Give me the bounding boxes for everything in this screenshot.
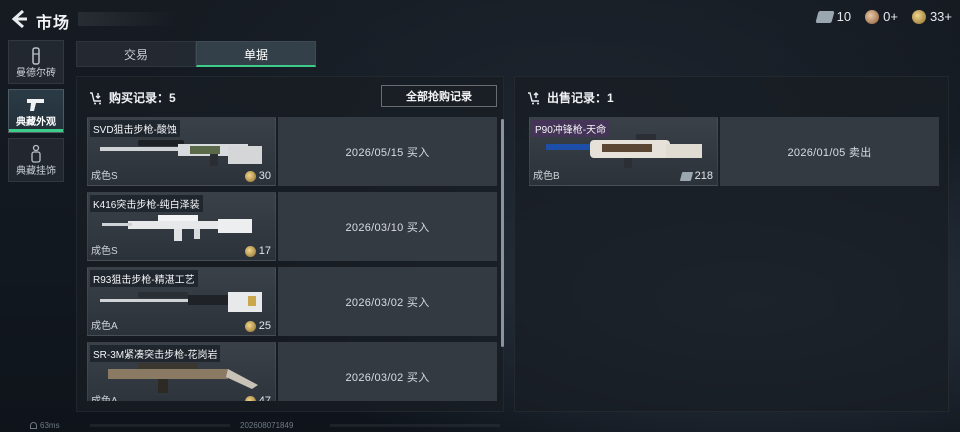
sidebar: 曼德尔砖 典藏外观 典藏挂饰: [8, 40, 64, 187]
list-item[interactable]: R93狙击步枪-精湛工艺 成色A 25 2026/03/02 买入: [87, 267, 497, 336]
list-item[interactable]: K416突击步枪-纯白泽装 成色S 17 2026/03/10 买入: [87, 192, 497, 261]
cart-out-icon: [528, 91, 539, 104]
item-price-value: 25: [258, 320, 271, 332]
currency-coin-a[interactable]: 0+: [865, 9, 898, 24]
item-card: P90冲锋枪-天命 成色B 218: [529, 117, 718, 186]
compact-rifle-image: [108, 363, 258, 393]
item-grade: 成色A: [91, 392, 118, 401]
list-item[interactable]: SVD狙击步枪-酸蚀 成色S 30 2026/05/15 买入: [87, 117, 497, 186]
item-grade: 成色A: [91, 321, 118, 332]
item-price: 17: [244, 245, 271, 257]
list-item[interactable]: P90冲锋枪-天命 成色B 218 2026/01/05 卖出: [529, 117, 939, 186]
record-date: 2026/03/10 买入: [278, 192, 497, 261]
list-item[interactable]: SR-3M紧凑突击步枪-花岗岩 成色A 47 2026/03/02 买入: [87, 342, 497, 401]
item-card: K416突击步枪-纯白泽装 成色S 17: [87, 192, 276, 261]
item-card: SVD狙击步枪-酸蚀 成色S 30: [87, 117, 276, 186]
charm-icon: [31, 144, 41, 163]
item-name: K416突击步枪-纯白泽装: [90, 195, 203, 212]
sidebar-item-charms[interactable]: 典藏挂饰: [8, 138, 64, 182]
wifi-icon: [30, 422, 37, 429]
record-date: 2026/03/02 买入: [278, 342, 497, 401]
status-divider: [330, 424, 500, 427]
coin-icon: [244, 395, 256, 401]
item-name: P90冲锋枪-天命: [532, 120, 610, 137]
sale-title: 出售记录：1: [547, 91, 614, 105]
all-purchase-records-button[interactable]: 全部抢购记录: [381, 85, 497, 107]
item-grade: 成色S: [91, 246, 118, 257]
tab-bar: 交易 单据: [76, 41, 316, 67]
sidebar-item-label: 典藏外观: [16, 117, 56, 128]
title-decoration: [78, 12, 178, 26]
record-date: 2026/03/02 买入: [278, 267, 497, 336]
currency-bar: 10 0+ 33+: [815, 9, 952, 24]
item-price-value: 47: [258, 395, 271, 401]
sale-list: P90冲锋枪-天命 成色B 218 2026/01/05 卖出: [529, 117, 939, 186]
tab-orders[interactable]: 单据: [196, 41, 316, 67]
purchase-title: 购买记录：5: [109, 91, 176, 105]
currency-ticket-value: 10: [836, 9, 852, 24]
sidebar-item-brick[interactable]: 曼德尔砖: [8, 40, 64, 84]
item-card: SR-3M紧凑突击步枪-花岗岩 成色A 47: [87, 342, 276, 401]
user-id: 202608071849: [240, 421, 294, 430]
item-card: R93狙击步枪-精湛工艺 成色A 25: [87, 267, 276, 336]
status-bar: 63ms 202608071849: [0, 420, 960, 432]
assault-rifle-image: [102, 215, 252, 241]
currency-coin-a-value: 0+: [883, 9, 898, 24]
back-button[interactable]: [8, 8, 30, 30]
item-grade: 成色S: [91, 171, 118, 182]
cart-in-icon: [90, 91, 101, 104]
purchase-scrollbar[interactable]: [501, 119, 504, 347]
item-price-value: 17: [258, 245, 271, 257]
sale-header: 出售记录：1: [527, 89, 614, 106]
pistol-icon: [27, 99, 44, 111]
status-divider: [90, 424, 230, 427]
coin-b-icon: [911, 9, 926, 24]
top-bar: 市场 10 0+ 33+: [0, 0, 960, 38]
sidebar-item-label: 典藏挂饰: [16, 166, 56, 177]
coin-icon: [244, 320, 256, 332]
back-arrow-icon: [11, 9, 27, 29]
currency-coin-b[interactable]: 33+: [911, 9, 952, 24]
currency-ticket[interactable]: 10: [815, 9, 852, 24]
item-grade: 成色B: [533, 171, 560, 182]
purchase-header: 购买记录：5: [89, 89, 176, 106]
ping-value: 63ms: [40, 421, 60, 430]
coin-a-icon: [865, 9, 880, 24]
item-price: 218: [679, 170, 713, 182]
item-price: 30: [244, 170, 271, 182]
sidebar-item-label: 曼德尔砖: [16, 68, 56, 79]
ticket-icon: [679, 171, 693, 181]
sidebar-item-skins[interactable]: 典藏外观: [8, 89, 64, 133]
coin-icon: [244, 245, 256, 257]
ticket-icon: [815, 10, 835, 23]
purchase-list: SVD狙击步枪-酸蚀 成色S 30 2026/05/15 买入 K416突击步枪…: [87, 117, 497, 401]
brick-icon: [32, 47, 40, 65]
record-date: 2026/01/05 卖出: [720, 117, 939, 186]
sniper-rifle-image: [100, 292, 262, 312]
item-price-value: 218: [694, 170, 713, 182]
sniper-rifle-image: [100, 140, 262, 166]
item-price: 47: [244, 395, 271, 401]
currency-coin-b-value: 33+: [929, 9, 952, 24]
tab-trade[interactable]: 交易: [76, 41, 196, 67]
item-name: SVD狙击步枪-酸蚀: [90, 120, 180, 137]
item-price: 25: [244, 320, 271, 332]
page-title: 市场: [36, 15, 71, 32]
record-date: 2026/05/15 买入: [278, 117, 497, 186]
sale-panel: 出售记录：1 P90冲锋枪-天命 成色B 218 2026/01/05 卖出: [514, 76, 949, 412]
purchase-panel: 购买记录：5 全部抢购记录 SVD狙击步枪-酸蚀 成色S 30 2026/05/…: [76, 76, 504, 412]
item-name: R93狙击步枪-精湛工艺: [90, 270, 198, 287]
smg-image: [546, 134, 702, 168]
item-name: SR-3M紧凑突击步枪-花岗岩: [90, 345, 221, 362]
item-price-value: 30: [258, 170, 271, 182]
coin-icon: [244, 170, 256, 182]
